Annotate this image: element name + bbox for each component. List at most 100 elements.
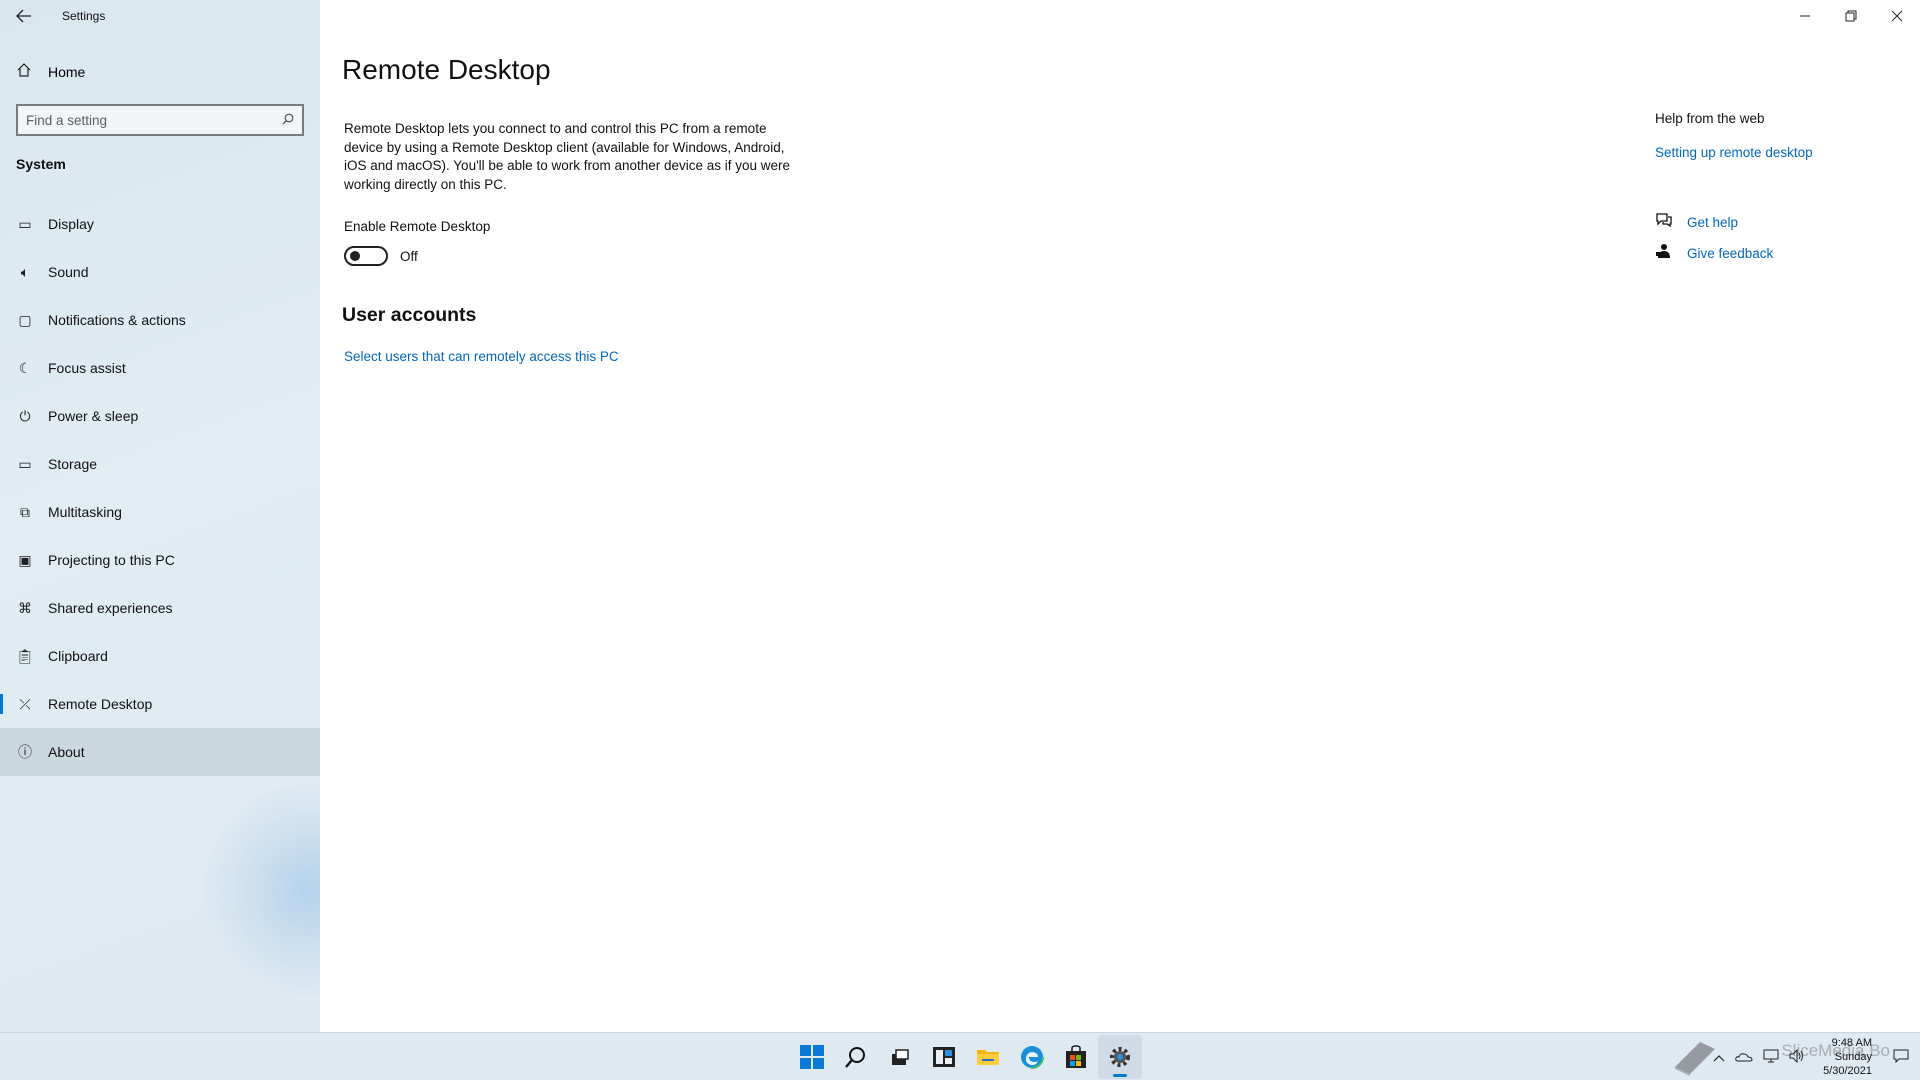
clock[interactable]: 9:48 AM Sunday 5/30/2021 <box>1823 1036 1872 1078</box>
monitor-icon: ▭ <box>18 215 32 232</box>
sidebar-item-8[interactable]: ⌘ Shared experiences <box>0 584 320 632</box>
taskbar-apps <box>790 1033 1142 1080</box>
close-button[interactable] <box>1874 0 1920 32</box>
back-arrow-icon <box>16 9 31 23</box>
search-icon <box>845 1047 865 1068</box>
home-nav-item[interactable]: Home <box>0 56 320 88</box>
projecting-icon: ▣ <box>18 551 32 568</box>
get-help-icon <box>1655 212 1673 232</box>
enable-remote-desktop-toggle[interactable] <box>344 246 388 266</box>
sidebar-item-label: Storage <box>48 456 98 472</box>
search-taskbar-button[interactable] <box>834 1035 878 1079</box>
sidebar-item-label: Multitasking <box>48 504 122 520</box>
start-button[interactable] <box>790 1035 834 1079</box>
file-explorer-button[interactable] <box>966 1035 1010 1079</box>
search-icon[interactable] <box>282 113 294 128</box>
feedback-icon <box>1655 243 1673 263</box>
page-title: Remote Desktop <box>342 54 551 85</box>
sidebar-item-3[interactable]: ☾ Focus assist <box>0 344 320 392</box>
file-explorer-icon <box>977 1050 999 1065</box>
clipboard-icon: 📋︎ <box>16 647 34 664</box>
window-controls <box>1782 0 1920 32</box>
task-view-button[interactable] <box>878 1035 922 1079</box>
sidebar-item-4[interactable]: ⏻ Power & sleep <box>0 392 320 440</box>
restore-button[interactable] <box>1828 0 1874 32</box>
sidebar: Settings Home System ▭ Display 🔈︎ Sound ▢ Not… <box>0 0 320 1032</box>
sidebar-item-label: About <box>48 744 85 760</box>
enable-remote-desktop-label: Enable Remote Desktop <box>344 219 491 234</box>
notification-icon <box>1893 1049 1909 1063</box>
sidebar-item-label: Notifications & actions <box>48 312 186 328</box>
chevron-up-icon[interactable] <box>1713 1050 1725 1065</box>
moon-icon: ☾ <box>18 359 32 376</box>
notification-center-button[interactable] <box>1886 1049 1916 1066</box>
enable-remote-desktop-row: Off <box>344 246 418 266</box>
toggle-knob <box>350 251 360 261</box>
edge-icon <box>1020 1045 1044 1069</box>
app-title: Settings <box>62 9 106 23</box>
remote-desktop-icon: ⤫ <box>19 695 31 712</box>
system-tray: 9:48 AM Sunday 5/30/2021 <box>1713 1033 1920 1080</box>
sidebar-item-label: Focus assist <box>48 360 126 376</box>
volume-icon[interactable] <box>1789 1048 1805 1066</box>
home-label: Home <box>48 64 86 80</box>
storage-icon: ▭ <box>18 455 32 472</box>
widgets-button[interactable] <box>922 1035 966 1079</box>
minimize-button[interactable] <box>1782 0 1828 32</box>
shared-experiences-icon: ⌘ <box>18 599 32 616</box>
settings-icon <box>1110 1047 1130 1067</box>
help-from-web-title: Help from the web <box>1655 111 1765 126</box>
clock-time: 9:48 AM <box>1831 1037 1872 1049</box>
sidebar-item-label: Power & sleep <box>48 408 139 424</box>
get-help-link[interactable]: Get help <box>1687 215 1738 230</box>
onedrive-icon[interactable] <box>1735 1050 1753 1065</box>
tray-icons <box>1713 1048 1805 1066</box>
sidebar-item-2[interactable]: ▢ Notifications & actions <box>0 296 320 344</box>
toggle-state-text: Off <box>400 248 418 264</box>
sidebar-item-label: Remote Desktop <box>48 696 153 712</box>
sidebar-item-1[interactable]: 🔈︎ Sound <box>0 248 320 296</box>
sidebar-background-glow <box>200 780 320 1000</box>
sidebar-item-10[interactable]: ⤫ Remote Desktop <box>0 680 320 728</box>
widgets-icon <box>933 1047 955 1067</box>
minimize-icon <box>1800 15 1810 17</box>
sidebar-item-11[interactable]: ⓘ About <box>0 728 320 776</box>
sidebar-item-5[interactable]: ▭ Storage <box>0 440 320 488</box>
network-icon[interactable] <box>1763 1049 1779 1066</box>
restore-icon <box>1845 10 1857 22</box>
task-view-icon <box>892 1049 909 1065</box>
sidebar-nav: ▭ Display 🔈︎ Sound ▢ Notifications & actions ☾… <box>0 200 320 776</box>
search-input[interactable] <box>26 112 282 128</box>
settings-taskbar-button[interactable] <box>1098 1035 1142 1079</box>
sidebar-item-7[interactable]: ▣ Projecting to this PC <box>0 536 320 584</box>
home-icon <box>16 62 34 82</box>
sidebar-item-9[interactable]: 📋︎ Clipboard <box>0 632 320 680</box>
clock-date: 5/30/2021 <box>1823 1065 1872 1077</box>
sidebar-item-label: Projecting to this PC <box>48 552 175 568</box>
search-box[interactable] <box>16 104 304 136</box>
user-accounts-heading: User accounts <box>342 304 477 326</box>
get-help-row[interactable]: Get help <box>1655 212 1738 232</box>
speaker-icon: 🔈︎ <box>20 263 30 280</box>
select-users-link[interactable]: Select users that can remotely access th… <box>344 349 619 364</box>
info-icon: ⓘ <box>18 744 32 760</box>
sidebar-item-label: Clipboard <box>48 648 108 664</box>
give-feedback-row[interactable]: Give feedback <box>1655 243 1773 263</box>
edge-button[interactable] <box>1010 1035 1054 1079</box>
notification-icon: ▢ <box>18 311 32 328</box>
setting-up-remote-desktop-link[interactable]: Setting up remote desktop <box>1655 145 1813 160</box>
sidebar-item-label: Display <box>48 216 94 232</box>
multitasking-icon: ⧉ <box>20 503 30 520</box>
section-label-system: System <box>16 156 66 172</box>
sidebar-item-label: Shared experiences <box>48 600 173 616</box>
taskbar: SliceMedia Bo 9:48 AM Sunday 5/30/2021 <box>0 1032 1920 1080</box>
store-button[interactable] <box>1054 1035 1098 1079</box>
give-feedback-link[interactable]: Give feedback <box>1687 246 1773 261</box>
sidebar-item-6[interactable]: ⧉ Multitasking <box>0 488 320 536</box>
store-icon <box>1066 1045 1086 1068</box>
sidebar-item-label: Sound <box>48 264 89 280</box>
title-bar: Settings <box>0 0 320 32</box>
sidebar-item-0[interactable]: ▭ Display <box>0 200 320 248</box>
close-icon <box>1891 10 1903 22</box>
back-button[interactable] <box>0 0 48 32</box>
